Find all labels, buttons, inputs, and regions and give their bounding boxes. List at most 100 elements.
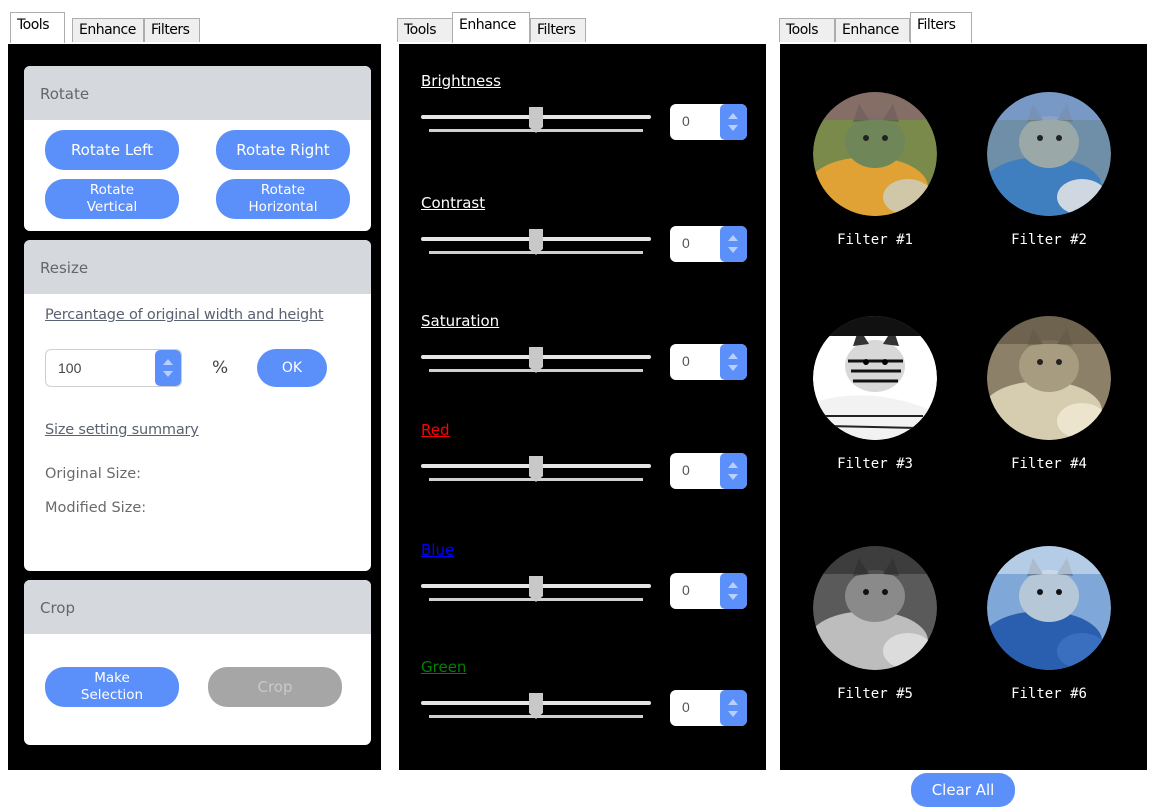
rotate-horizontal-line2: Horizontal: [248, 199, 318, 215]
filter-2-label: Filter #2: [1011, 232, 1087, 248]
arrow-up-icon[interactable]: [728, 462, 738, 468]
tab-bar: Tools Enhance Filters: [395, 12, 770, 43]
slider-thumb[interactable]: [529, 107, 543, 133]
filter-3-label: Filter #3: [837, 456, 913, 472]
enhance-content: Brightness 0 Contrast 0 Saturation 0 Red 0 Blue 0…: [397, 42, 768, 772]
slider-thumb[interactable]: [529, 456, 543, 482]
filter-5-label: Filter #5: [837, 686, 913, 702]
tab-filters[interactable]: Filters: [530, 18, 586, 42]
slider-stepper[interactable]: [720, 690, 747, 726]
tab-enhance[interactable]: Enhance: [835, 18, 910, 42]
slider-label-saturation: Saturation: [421, 312, 500, 330]
crop-card: Crop Make Selection Crop: [24, 580, 371, 745]
arrow-down-icon[interactable]: [728, 474, 738, 480]
rotate-card: Rotate Rotate Left Rotate Right Rotate V…: [24, 66, 371, 231]
filters-panel: Tools Enhance Filters Filter #1 Filter #…: [778, 0, 1149, 807]
filter-1-label: Filter #1: [837, 232, 913, 248]
slider-label-red: Red: [421, 421, 450, 439]
rotate-left-button[interactable]: Rotate Left: [45, 130, 179, 170]
slider-label-blue: Blue: [421, 541, 455, 559]
slider-thumb[interactable]: [529, 347, 543, 373]
slider-value: 0: [682, 113, 690, 129]
make-selection-button[interactable]: Make Selection: [45, 667, 179, 707]
modified-size-label: Modified Size:: [45, 500, 147, 516]
slider-stepper[interactable]: [720, 226, 747, 262]
slider-blue[interactable]: [421, 574, 651, 604]
arrow-down-icon[interactable]: [728, 125, 738, 131]
filter-5-thumbnail[interactable]: [813, 546, 937, 670]
tab-tools[interactable]: Tools: [397, 18, 453, 42]
make-selection-line2: Selection: [80, 687, 144, 703]
slider-contrast[interactable]: [421, 227, 651, 257]
enhance-panel: Tools Enhance Filters Brightness 0 Contras…: [395, 0, 770, 772]
slider-value-spinbox[interactable]: 0: [670, 226, 747, 262]
original-size-label: Original Size:: [45, 466, 141, 482]
slider-thumb[interactable]: [529, 693, 543, 719]
percentage-value: 100: [58, 360, 82, 376]
filter-4-thumbnail[interactable]: [987, 316, 1111, 440]
slider-thumb[interactable]: [529, 576, 543, 602]
slider-value: 0: [682, 353, 690, 369]
clear-all-button[interactable]: Clear All: [911, 773, 1015, 807]
arrow-down-icon[interactable]: [728, 365, 738, 371]
slider-label-contrast: Contrast: [421, 194, 486, 212]
slider-label-green: Green: [421, 658, 467, 676]
arrow-down-icon[interactable]: [163, 371, 173, 377]
arrow-down-icon[interactable]: [728, 247, 738, 253]
arrow-up-icon[interactable]: [728, 113, 738, 119]
tab-filters[interactable]: Filters: [910, 12, 972, 43]
arrow-down-icon[interactable]: [728, 711, 738, 717]
tab-enhance[interactable]: Enhance: [72, 18, 144, 42]
filter-4-label: Filter #4: [1011, 456, 1087, 472]
slider-stepper[interactable]: [720, 104, 747, 140]
resize-card: Resize Percantage of original width and …: [24, 240, 371, 571]
rotate-header: Rotate: [24, 66, 371, 120]
slider-green[interactable]: [421, 691, 651, 721]
percentage-stepper[interactable]: [155, 350, 181, 386]
filter-3-thumbnail[interactable]: [813, 316, 937, 440]
filters-content: Filter #1 Filter #2 Filter #3 Filter #4 …: [778, 42, 1149, 807]
arrow-up-icon[interactable]: [728, 699, 738, 705]
slider-red[interactable]: [421, 454, 651, 484]
slider-brightness[interactable]: [421, 105, 651, 135]
slider-value-spinbox[interactable]: 0: [670, 690, 747, 726]
rotate-horizontal-button[interactable]: Rotate Horizontal: [216, 179, 350, 219]
slider-value: 0: [682, 582, 690, 598]
percentage-link[interactable]: Percantage of original width and height: [45, 307, 324, 323]
crop-button[interactable]: Crop: [208, 667, 342, 707]
tab-bar: Tools Enhance Filters: [778, 12, 1149, 43]
filter-2-thumbnail[interactable]: [987, 92, 1111, 216]
percentage-spinbox[interactable]: 100: [45, 349, 182, 387]
slider-value-spinbox[interactable]: 0: [670, 573, 747, 609]
arrow-up-icon[interactable]: [728, 235, 738, 241]
slider-saturation[interactable]: [421, 345, 651, 375]
arrow-up-icon[interactable]: [728, 582, 738, 588]
rotate-vertical-line2: Vertical: [86, 199, 138, 215]
slider-value: 0: [682, 235, 690, 251]
tab-tools[interactable]: Tools: [779, 18, 835, 42]
tools-panel: Tools Enhance Filters Rotate Rotate Left…: [0, 0, 385, 772]
arrow-up-icon[interactable]: [163, 359, 173, 365]
arrow-up-icon[interactable]: [728, 353, 738, 359]
slider-stepper[interactable]: [720, 453, 747, 489]
ok-button[interactable]: OK: [257, 349, 327, 387]
tab-enhance[interactable]: Enhance: [452, 12, 530, 43]
summary-link[interactable]: Size setting summary: [45, 422, 199, 438]
resize-header: Resize: [24, 240, 371, 294]
filter-6-label: Filter #6: [1011, 686, 1087, 702]
arrow-down-icon[interactable]: [728, 594, 738, 600]
rotate-vertical-button[interactable]: Rotate Vertical: [45, 179, 179, 219]
filter-6-thumbnail[interactable]: [987, 546, 1111, 670]
slider-stepper[interactable]: [720, 573, 747, 609]
crop-header: Crop: [24, 580, 371, 634]
tab-tools[interactable]: Tools: [10, 12, 65, 43]
tools-content: Rotate Rotate Left Rotate Right Rotate V…: [6, 42, 383, 772]
tab-filters[interactable]: Filters: [144, 18, 200, 42]
filter-1-thumbnail[interactable]: [813, 92, 937, 216]
slider-value-spinbox[interactable]: 0: [670, 104, 747, 140]
slider-thumb[interactable]: [529, 229, 543, 255]
slider-value-spinbox[interactable]: 0: [670, 453, 747, 489]
slider-stepper[interactable]: [720, 344, 747, 380]
rotate-right-button[interactable]: Rotate Right: [216, 130, 350, 170]
slider-value-spinbox[interactable]: 0: [670, 344, 747, 380]
